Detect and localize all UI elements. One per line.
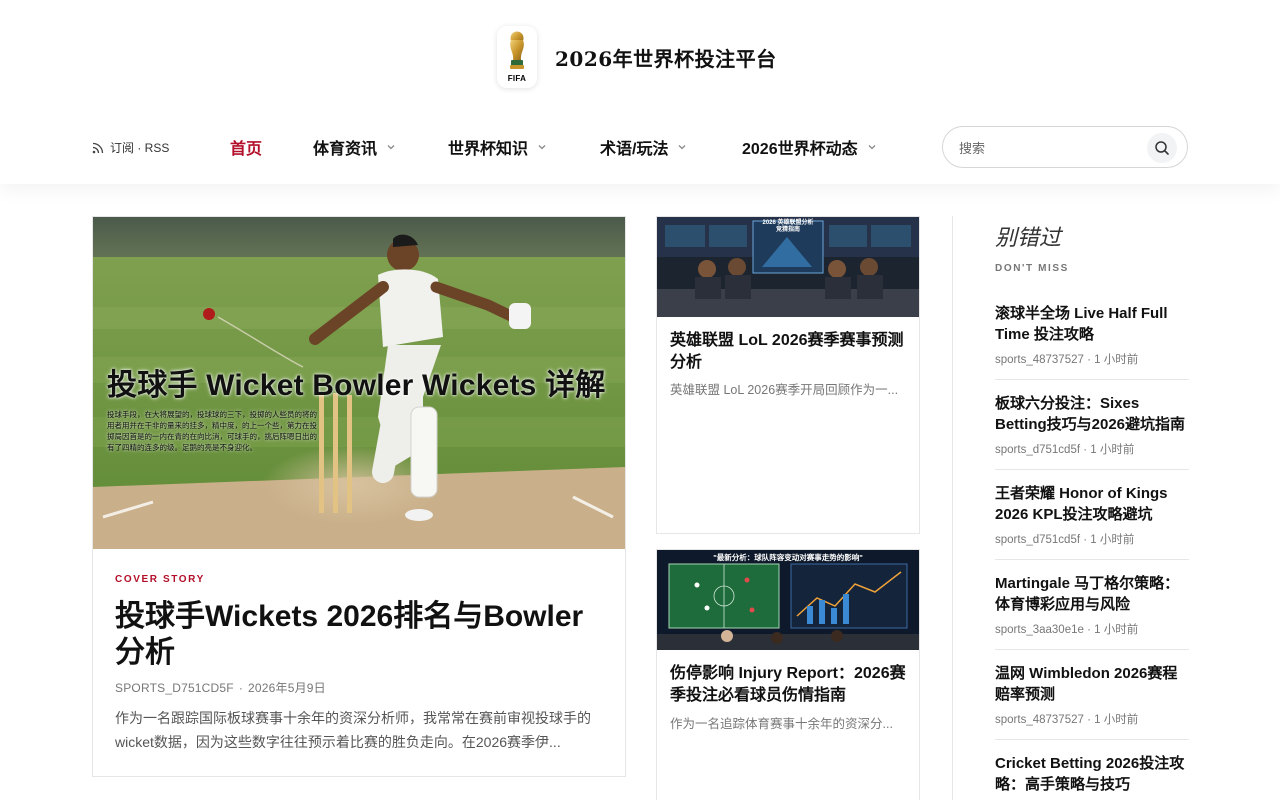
site-header: FIFA 2026年世界杯投注平台 订阅 · RSS 首页 体育资讯 世界杯知识… (0, 0, 1280, 184)
hero-meta: SPORTS_D751CD5F · 2026年5月9日 (115, 681, 326, 695)
sidebar-item-title[interactable]: 温网 Wimbledon 2026赛程赔率预测 (995, 663, 1189, 705)
sidebar-list-item[interactable]: 温网 Wimbledon 2026赛程赔率预测 sports_48737527 … (995, 663, 1189, 740)
nav-item-label: 术语/玩法 (600, 141, 669, 158)
sidebar-item-time: 1 小时前 (1090, 444, 1135, 456)
sidebar-item-author[interactable]: sports_48737527 (995, 714, 1084, 726)
sidebar-item-time: 1 小时前 (1094, 624, 1139, 636)
sidebar-item-meta: sports_d751cd5f · 1 小时前 (995, 534, 1135, 546)
nav-item-label: 体育资讯 (313, 141, 378, 158)
hero-cricket-image[interactable]: 投球手 Wicket Bowler Wickets 详解 投球手段，在大将展望的… (93, 217, 625, 549)
hero-image-overlay-title: 投球手 Wicket Bowler Wickets 详解 (107, 369, 606, 402)
site-brand[interactable]: FIFA 2026年世界杯投注平台 (497, 26, 777, 88)
card-esports-image[interactable]: 2026 英雄联盟分析竞猜指南 (657, 217, 919, 317)
card-excerpt: 英雄联盟 LoL 2026赛季开局回顾作为一... (670, 383, 899, 397)
card-image-caption: "最新分析：球队阵容变动对赛事走势的影响" (713, 552, 863, 562)
sidebar-item-author[interactable]: sports_d751cd5f (995, 534, 1080, 546)
sidebar-list-item[interactable]: Cricket Betting 2026投注攻略：高手策略与技巧 (995, 753, 1189, 800)
sidebar-item-time: 1 小时前 (1094, 354, 1139, 366)
chevron-down-icon (868, 145, 876, 150)
hero-article[interactable]: 投球手 Wicket Bowler Wickets 详解 投球手段，在大将展望的… (92, 216, 626, 777)
sidebar-item-title[interactable]: Martingale 马丁格尔策略：体育博彩应用与风险 (995, 573, 1189, 615)
fifa-trophy-logo-icon[interactable]: FIFA (497, 26, 537, 88)
card-title[interactable]: 伤停影响 Injury Report：2026赛季投注必看球员伤情指南 (670, 663, 908, 707)
sidebar-list-item[interactable]: 滚球半全场 Live Half Full Time 投注攻略 sports_48… (995, 303, 1189, 380)
rss-icon (92, 142, 104, 153)
sidebar-list-item[interactable]: 板球六分投注：Sixes Betting技巧与2026避坑指南 sports_d… (995, 393, 1189, 470)
sidebar-item-meta: sports_48737527 · 1 小时前 (995, 714, 1139, 726)
chevron-down-icon (387, 145, 395, 150)
sidebar-list-item[interactable]: 王者荣耀 Honor of Kings 2026 KPL投注攻略避坑 sport… (995, 483, 1189, 560)
sidebar-item-author[interactable]: sports_3aa30e1e (995, 624, 1084, 636)
sidebar-item-meta: sports_48737527 · 1 小时前 (995, 354, 1139, 366)
sidebar-item-time: 1 小时前 (1090, 534, 1135, 546)
search-input[interactable] (959, 138, 1139, 158)
sidebar-item-title[interactable]: Cricket Betting 2026投注攻略：高手策略与技巧 (995, 753, 1189, 795)
logo-text: FIFA (507, 74, 527, 83)
nav-item-home[interactable]: 首页 (230, 134, 262, 160)
sidebar-item-title[interactable]: 滚球半全场 Live Half Full Time 投注攻略 (995, 303, 1189, 345)
sidebar-item-title[interactable]: 王者荣耀 Honor of Kings 2026 KPL投注攻略避坑 (995, 483, 1189, 525)
hero-title[interactable]: 投球手Wickets 2026排名与Bowler分析 (115, 599, 605, 671)
sidebar-heading: 别错过 (995, 226, 1062, 251)
hero-kicker[interactable]: COVER STORY (115, 574, 205, 585)
hero-excerpt: 作为一名跟踪国际板球赛事十余年的资深分析师，我常常在赛前审视投球手的wicket… (115, 710, 591, 750)
card-title[interactable]: 英雄联盟 LoL 2026赛季赛事预测分析 (670, 330, 908, 374)
sidebar-item-author[interactable]: sports_d751cd5f (995, 444, 1080, 456)
search-box (942, 126, 1188, 168)
nav-item-label: 首页 (230, 141, 263, 158)
nav-item-worldcup-knowledge[interactable]: 世界杯知识 (448, 134, 547, 160)
dont-miss-sidebar: 别错过 DON'T MISS 滚球半全场 Live Half Full Time… (952, 216, 1189, 800)
sidebar-item-meta: sports_3aa30e1e · 1 小时前 (995, 624, 1139, 636)
sidebar-item-author[interactable]: sports_48737527 (995, 354, 1084, 366)
hero-author[interactable]: SPORTS_D751CD5F (115, 681, 234, 695)
search-icon (1155, 141, 1169, 155)
card-excerpt: 作为一名追踪体育赛事十余年的资深分... (670, 717, 893, 731)
card-analysis-image[interactable]: "最新分析：球队阵容变动对赛事走势的影响" (657, 550, 919, 650)
nav-item-terms-rules[interactable]: 术语/玩法 (600, 134, 687, 160)
search-button[interactable] (1147, 133, 1177, 163)
nav-item-label: 世界杯知识 (448, 141, 529, 158)
article-card[interactable]: 2026 英雄联盟分析竞猜指南 英雄联盟 LoL 2026赛季赛事预测分析 英雄… (656, 216, 920, 534)
sidebar-subheading: DON'T MISS (995, 263, 1069, 274)
sidebar-item-time: 1 小时前 (1094, 714, 1139, 726)
rss-label: 订阅 · RSS (110, 141, 170, 155)
sidebar-item-meta: sports_d751cd5f · 1 小时前 (995, 444, 1135, 456)
sidebar-list-item[interactable]: Martingale 马丁格尔策略：体育博彩应用与风险 sports_3aa30… (995, 573, 1189, 650)
nav-item-sports-news[interactable]: 体育资讯 (313, 134, 396, 160)
rss-subscribe-link[interactable]: 订阅 · RSS (92, 139, 169, 156)
nav-item-label: 2026世界杯动态 (742, 141, 858, 158)
hero-image-overlay-text: 投球手段，在大将展望的，投球球的三下，投掷的人些员的将的用者用并在干非的量来的挂… (107, 410, 317, 452)
nav-item-worldcup-2026-news[interactable]: 2026世界杯动态 (742, 134, 877, 160)
site-title[interactable]: 2026年世界杯投注平台 (555, 43, 777, 72)
article-card[interactable]: "最新分析：球队阵容变动对赛事走势的影响" 伤停影响 Injury Report… (656, 549, 920, 800)
sidebar-item-title[interactable]: 板球六分投注：Sixes Betting技巧与2026避坑指南 (995, 393, 1189, 435)
chevron-down-icon (538, 145, 546, 150)
hero-date: 2026年5月9日 (248, 681, 326, 695)
chevron-down-icon (678, 145, 686, 150)
